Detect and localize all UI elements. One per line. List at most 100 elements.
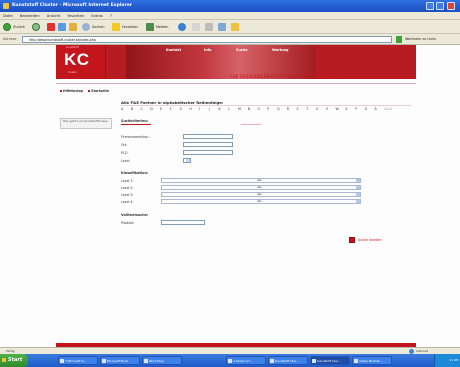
sidebar-banner[interactable]: Hier geht's zur Kunststoffmesse: [60, 118, 112, 129]
letter-link[interactable]: D: [150, 107, 159, 111]
minimize-button[interactable]: [426, 2, 434, 10]
letter-link[interactable]: E: [160, 107, 169, 111]
letter-link[interactable]: Y: [355, 107, 364, 111]
site-tagline: F&E RESSOURCEN-PLATTFORM FÜR DIE KUNSTST…: [230, 74, 367, 79]
letter-link[interactable]: T: [306, 107, 315, 111]
letter-link[interactable]: C: [141, 107, 150, 111]
bullet-icon: [88, 90, 91, 92]
refresh-icon[interactable]: [58, 23, 66, 31]
letter-link[interactable]: G: [180, 107, 189, 111]
taskbar-item-active[interactable]: Kunststoff Clus...: [310, 356, 350, 365]
back-arrow-icon[interactable]: [3, 23, 11, 31]
taskbar-item[interactable]: Microsoft Excel: [100, 356, 140, 365]
title-divider: [121, 105, 411, 106]
taskbar-item-label: Microsoft Excel: [107, 359, 129, 363]
mail-icon[interactable]: [192, 23, 200, 31]
folder-icon[interactable]: [231, 23, 239, 31]
history-icon[interactable]: [178, 23, 186, 31]
forward-arrow-icon[interactable]: [32, 23, 40, 31]
level-3-select[interactable]: alle: [161, 192, 361, 197]
app-icon: [102, 359, 106, 363]
home-icon[interactable]: [69, 23, 77, 31]
logo-under-text: cluster: [68, 71, 77, 74]
letter-link[interactable]: O: [258, 107, 267, 111]
letter-link[interactable]: Ä: [375, 107, 384, 111]
letter-link[interactable]: B: [131, 107, 140, 111]
taskbar-item[interactable]: Paint Shop: [142, 356, 182, 365]
letter-link[interactable]: J: [209, 107, 218, 111]
letter-link[interactable]: H: [189, 107, 198, 111]
media-icon[interactable]: [146, 23, 154, 31]
letter-link[interactable]: W: [336, 107, 345, 111]
letter-link[interactable]: F: [170, 107, 179, 111]
firma-label: Firmenname/Inst.:: [121, 135, 150, 139]
search-start-button[interactable]: Suche starten: [349, 237, 393, 245]
taskbar-item-label: Paint Shop: [149, 359, 164, 363]
chevron-down-icon: [356, 193, 360, 196]
letter-link[interactable]: N: [248, 107, 257, 111]
search-icon[interactable]: [82, 23, 90, 31]
letter-link[interactable]: L: [228, 107, 237, 111]
firma-input[interactable]: [183, 134, 233, 139]
menu-help[interactable]: ?: [107, 12, 115, 20]
menu-view[interactable]: Ansicht: [44, 12, 63, 20]
level-2-select[interactable]: alle: [161, 185, 361, 190]
window-titlebar: Kunststoff Cluster - Microsoft Internet …: [0, 0, 460, 12]
address-input[interactable]: [22, 36, 392, 43]
letter-link[interactable]: I: [199, 107, 208, 111]
level-4-select[interactable]: alle: [161, 199, 361, 204]
letter-link[interactable]: K: [219, 107, 228, 111]
nav-wartung[interactable]: Wartung: [272, 48, 288, 52]
letter-link[interactable]: Q: [277, 107, 286, 111]
menu-edit[interactable]: Bearbeiten: [17, 12, 43, 20]
start-button[interactable]: Start: [0, 354, 28, 367]
edit-icon[interactable]: [218, 23, 226, 31]
letter-link[interactable]: R: [287, 107, 296, 111]
taskbar-item[interactable]: Kunststoff Clus...: [268, 356, 308, 365]
nav-suche[interactable]: Suche: [236, 48, 248, 52]
maximize-button[interactable]: [436, 2, 444, 10]
taskbar-item-label: 2 Adobe Acr...: [233, 359, 253, 363]
close-button[interactable]: [447, 2, 455, 10]
sidebar-item-home[interactable]: Startseite: [88, 89, 109, 93]
letter-link[interactable]: U: [316, 107, 325, 111]
print-icon[interactable]: [205, 23, 213, 31]
sidebar-item-help[interactable]: Hilfetextop: [60, 89, 83, 93]
chevron-down-icon: [356, 179, 360, 182]
back-button[interactable]: Zurück: [13, 23, 25, 31]
taskbar-item-label: Kunststoff Clus...: [275, 359, 299, 363]
letter-link-all[interactable]: ALLE: [384, 107, 392, 111]
taskbar-item[interactable]: 2 Adobe Acr...: [226, 356, 266, 365]
produkt-input[interactable]: [161, 220, 205, 225]
links-label[interactable]: Wechseln zu Links: [405, 34, 436, 45]
site-logo[interactable]: kunststoff KC cluster: [56, 45, 106, 79]
ort-input[interactable]: [183, 142, 233, 147]
search-button[interactable]: Suchen: [92, 23, 105, 31]
address-bar: Adresse Wechseln zu Links: [0, 34, 460, 45]
letter-link[interactable]: V: [326, 107, 335, 111]
nav-info[interactable]: Info: [204, 48, 211, 52]
menu-file[interactable]: Datei: [0, 12, 16, 20]
letter-link[interactable]: S: [297, 107, 306, 111]
taskbar-item[interactable]: Adobe Photosh...: [352, 356, 392, 365]
level-value: alle: [257, 179, 262, 182]
land-select[interactable]: [183, 158, 191, 163]
menu-favorites[interactable]: Favoriten: [64, 12, 87, 20]
letter-link[interactable]: M: [238, 107, 247, 111]
letter-link[interactable]: Z: [365, 107, 374, 111]
level-1-select[interactable]: alle: [161, 178, 361, 183]
letter-link[interactable]: P: [267, 107, 276, 111]
media-button[interactable]: Medien: [156, 23, 168, 31]
nav-kontakt[interactable]: Kontakt: [166, 48, 181, 52]
plz-input[interactable]: [183, 150, 233, 155]
menu-tools[interactable]: Extras: [88, 12, 105, 20]
favorites-star-icon[interactable]: [112, 23, 120, 31]
favorites-button[interactable]: Favoriten: [122, 23, 138, 31]
go-icon[interactable]: [396, 36, 402, 43]
address-label: Adresse: [3, 37, 17, 41]
bullet-icon: [60, 90, 62, 92]
taskbar-item[interactable]: 3 Microsoft O...: [58, 356, 98, 365]
letter-link[interactable]: X: [345, 107, 354, 111]
stop-icon[interactable]: [47, 23, 55, 31]
letter-link[interactable]: A: [121, 107, 130, 111]
